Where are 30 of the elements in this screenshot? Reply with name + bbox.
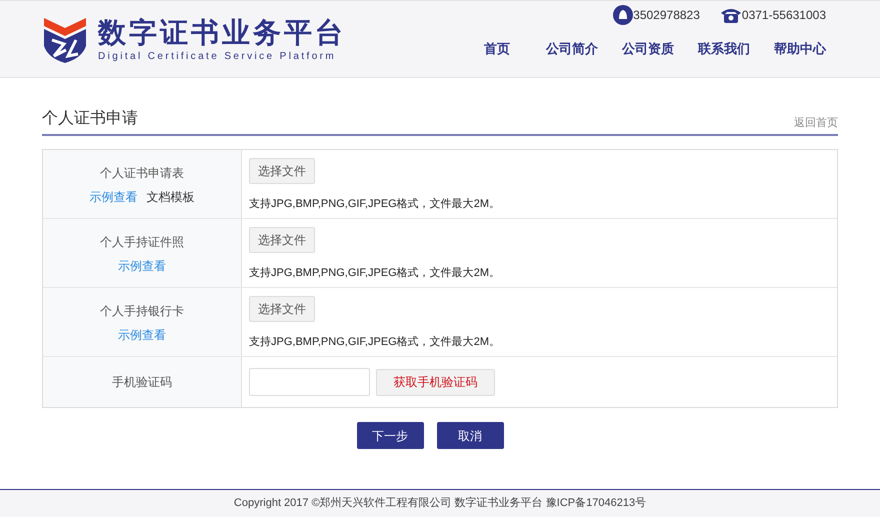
nav-link[interactable]: 公司资质 xyxy=(622,39,674,58)
qq-number: 3502978823 xyxy=(633,7,700,24)
file-format-hint: 支持JPG,BMP,PNG,GIF,JPEG格式，文件最大2M。 xyxy=(249,334,500,350)
site-subtitle: Digital Certificate Service Platform xyxy=(98,50,338,64)
field-label: 个人手持银行卡 xyxy=(100,303,184,320)
back-home-link[interactable]: 返回首页 xyxy=(794,114,838,131)
choose-file-button[interactable]: 选择文件 xyxy=(249,227,315,253)
verification-code-field[interactable] xyxy=(249,368,370,396)
field-label: 手机验证码 xyxy=(112,374,172,391)
cancel-button[interactable]: 取消 xyxy=(436,422,504,449)
choose-file-button[interactable]: 选择文件 xyxy=(249,296,315,322)
phone-number: 0371-55631003 xyxy=(742,7,826,24)
copyright-text: Copyright 2017 ©郑州天兴软件工程有限公司 数字证书业务平台 豫ICP备17046213号 xyxy=(234,496,646,512)
file-format-hint: 支持JPG,BMP,PNG,GIF,JPEG格式，文件最大2M。 xyxy=(249,266,500,281)
nav-link[interactable]: 公司简介 xyxy=(546,39,598,58)
file-format-hint: 支持JPG,BMP,PNG,GIF,JPEG格式，文件最大2M。 xyxy=(249,196,500,212)
template-link[interactable]: 文档模板 xyxy=(146,188,194,206)
choose-file-button[interactable]: 选择文件 xyxy=(249,158,315,184)
telephone-icon xyxy=(720,7,742,23)
nav-link[interactable]: 帮助中心 xyxy=(774,39,826,58)
nav-link[interactable]: 首页 xyxy=(484,39,510,58)
next-step-button[interactable]: 下一步 xyxy=(356,422,424,449)
field-label: 个人手持证件照 xyxy=(100,234,184,251)
get-code-button[interactable]: 获取手机验证码 xyxy=(376,368,495,396)
nav-link[interactable]: 联系我们 xyxy=(698,39,750,58)
section-title: 个人证书申请 xyxy=(42,108,138,129)
site-title: 数字证书业务平台 xyxy=(98,16,346,48)
bell-icon xyxy=(613,5,634,25)
shield-logo-icon xyxy=(42,16,88,64)
field-label: 个人证书申请表 xyxy=(100,165,184,182)
